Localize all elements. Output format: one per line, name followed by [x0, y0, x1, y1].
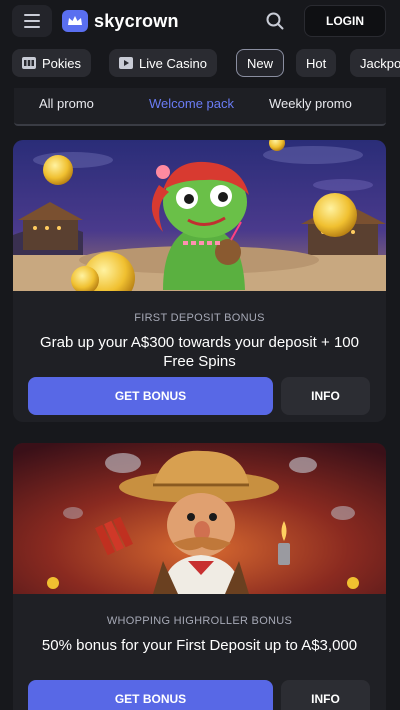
promo-kicker: FIRST DEPOSIT BONUS	[134, 312, 265, 324]
promo-image-cowboy	[13, 443, 386, 594]
promo-title: Grab up your A$300 towards your deposit …	[40, 334, 359, 370]
top-bar: skycrown LOGIN	[0, 0, 400, 42]
get-bonus-button[interactable]: GET BONUS	[28, 377, 273, 415]
promo-image-frog	[13, 140, 386, 291]
category-label: New	[247, 55, 274, 71]
tab-all-promo[interactable]: All promo	[39, 96, 94, 111]
category-new[interactable]: New	[236, 49, 285, 77]
menu-icon	[24, 14, 40, 16]
logo[interactable]: skycrown	[62, 10, 179, 32]
info-button[interactable]: INFO	[281, 377, 370, 415]
login-button[interactable]: LOGIN	[304, 5, 386, 37]
promo-card: WHOPPING HIGHROLLER BONUS 50% bonus for …	[13, 443, 386, 710]
promo-tabs: All promo Welcome pack Weekly promo	[14, 88, 386, 126]
play-icon	[119, 57, 133, 69]
search-icon[interactable]	[264, 10, 288, 32]
tab-welcome-pack[interactable]: Welcome pack	[149, 96, 234, 111]
tab-weekly-promo[interactable]: Weekly promo	[269, 96, 352, 111]
category-label: Live Casino	[139, 55, 207, 71]
category-bar: Pokies Live Casino New Hot Jackpo	[0, 46, 400, 80]
promo-kicker: WHOPPING HIGHROLLER BONUS	[106, 615, 293, 627]
slot-machine-icon	[22, 57, 36, 69]
promo-title: 50% bonus for your First Deposit up to A…	[41, 637, 358, 654]
category-label: Pokies	[42, 55, 82, 71]
logo-text: skycrown	[94, 10, 179, 31]
category-jackpot[interactable]: Jackpo	[350, 49, 400, 77]
promo-card: FIRST DEPOSIT BONUS Grab up your A$300 t…	[13, 140, 386, 422]
category-hot[interactable]: Hot	[296, 49, 337, 77]
category-pokies[interactable]: Pokies	[12, 49, 92, 77]
category-label: Jackpo	[360, 55, 400, 71]
crown-icon	[62, 10, 88, 32]
get-bonus-button[interactable]: GET BONUS	[28, 680, 273, 710]
menu-button[interactable]	[12, 5, 52, 37]
category-live-casino[interactable]: Live Casino	[109, 49, 217, 77]
info-button[interactable]: INFO	[281, 680, 370, 710]
category-label: Hot	[306, 55, 327, 71]
